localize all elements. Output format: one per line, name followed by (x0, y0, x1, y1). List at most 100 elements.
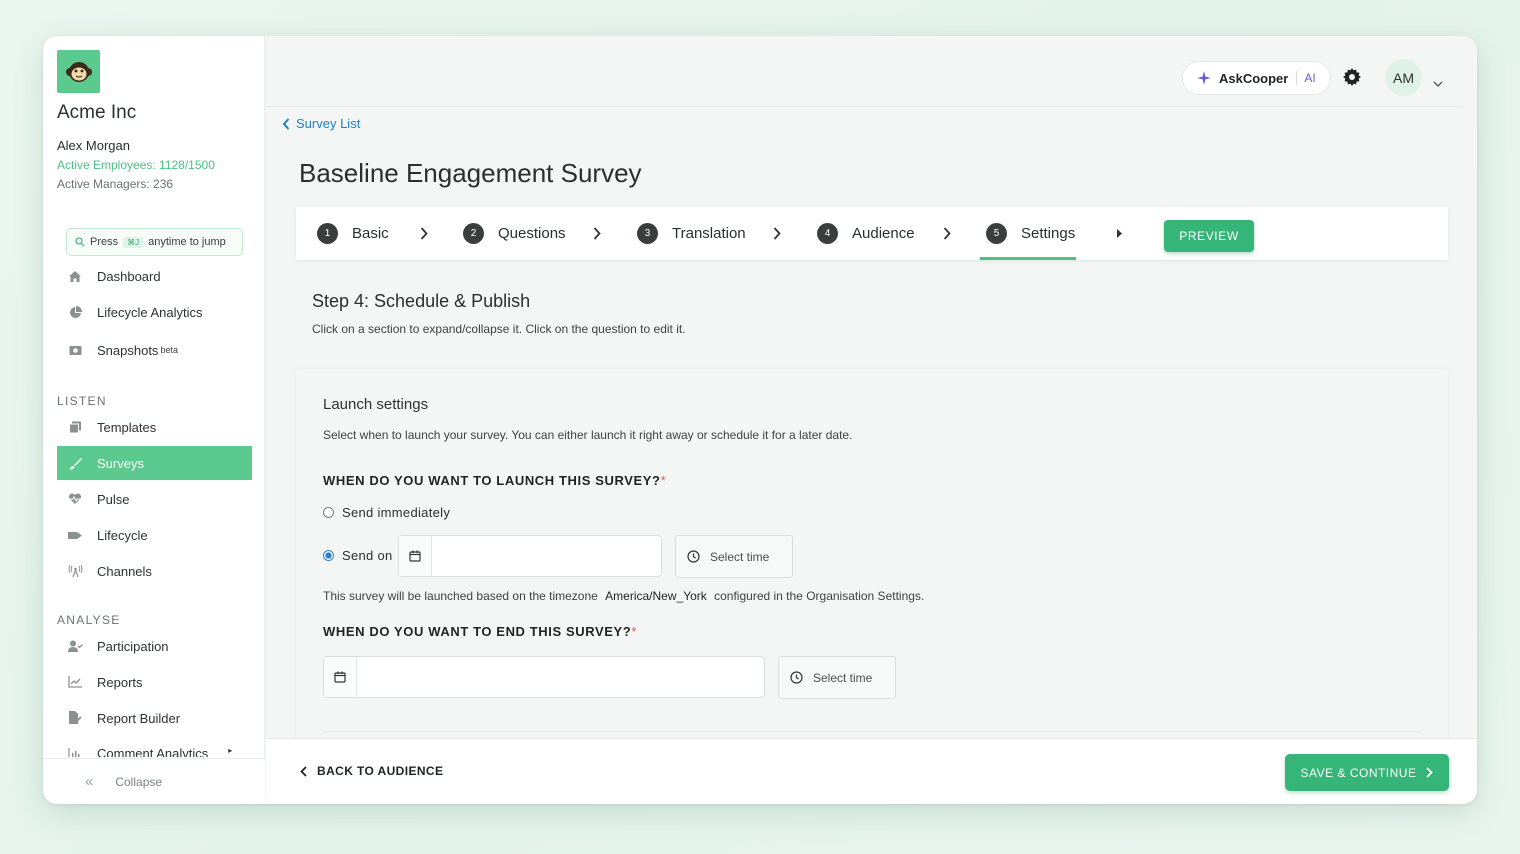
clock-icon (687, 550, 700, 563)
end-date-field[interactable] (323, 656, 765, 698)
preview-button[interactable]: PREVIEW (1164, 220, 1254, 252)
calendar-icon[interactable] (324, 657, 357, 697)
sidebar-item-lifecycle[interactable]: Lifecycle (57, 518, 252, 552)
jump-suffix-text: anytime to jump (148, 236, 226, 248)
user-name: Alex Morgan (57, 138, 130, 153)
sidebar-item-label: Pulse (97, 491, 130, 507)
wizard-footer: BACK TO AUDIENCE SAVE & CONTINUE (266, 738, 1477, 804)
sidebar-item-pulse[interactable]: Pulse (57, 482, 252, 516)
wizard-stepper: 1 Basic 2 Questions 3 Translation 4 Audi… (296, 207, 1448, 260)
sidebar-item-templates[interactable]: Templates (57, 410, 252, 444)
monkey-logo-icon (65, 61, 92, 82)
sidebar-item-surveys[interactable]: Surveys (57, 446, 252, 480)
sidebar-item-report-builder[interactable]: Report Builder (57, 701, 252, 735)
collapse-label: Collapse (115, 774, 163, 789)
step-label: Audience (852, 225, 915, 242)
step-basic[interactable]: 1 Basic (317, 207, 389, 260)
calendar-icon[interactable] (399, 536, 432, 576)
launch-date-input[interactable] (432, 536, 661, 576)
send-on-radio[interactable] (323, 550, 334, 561)
tz-prefix: This survey will be launched based on th… (323, 589, 598, 603)
jump-shortcut: ⌘J (123, 236, 144, 248)
end-question-text: WHEN DO YOU WANT TO END THIS SURVEY? (323, 624, 632, 639)
collapse-sidebar-button[interactable]: « Collapse (43, 758, 265, 804)
sidebar-item-participation[interactable]: Participation (57, 629, 252, 663)
jump-press-text: Press (90, 236, 119, 248)
step-questions[interactable]: 2 Questions (463, 207, 566, 260)
send-on-option[interactable]: Send on (323, 548, 393, 563)
end-select-time-button[interactable]: Select time (778, 656, 896, 699)
sidebar-item-label: Reports (97, 674, 143, 690)
send-immediately-radio[interactable] (323, 507, 334, 518)
page-title: Baseline Engagement Survey (299, 158, 642, 188)
app-window: Acme Inc Alex Morgan Active Employees: 1… (43, 36, 1477, 804)
quick-jump-search[interactable]: Press ⌘J anytime to jump (66, 228, 243, 256)
sidebar-item-reports[interactable]: Reports (57, 665, 252, 699)
required-marker: * (631, 624, 638, 639)
launch-select-time-button[interactable]: Select time (675, 535, 793, 578)
sidebar-item-channels[interactable]: Channels (57, 554, 252, 588)
step-translation[interactable]: 3 Translation (637, 207, 746, 260)
sidebar-item-comment-analytics[interactable]: Comment Analytics ▸ (57, 737, 252, 757)
flag-icon (67, 527, 83, 543)
launch-date-field[interactable] (398, 535, 662, 577)
step-number: 2 (463, 223, 484, 244)
breadcrumb-survey-list[interactable]: Survey List (296, 116, 360, 131)
copy-icon (67, 419, 83, 435)
chevron-down-icon[interactable] (1433, 74, 1443, 92)
company-logo[interactable] (57, 50, 100, 93)
card-description: Select when to launch your survey. You c… (323, 428, 853, 442)
settings-gear-icon[interactable] (1343, 68, 1361, 91)
sidebar-item-label: Templates (97, 419, 157, 435)
step-label: Questions (498, 225, 566, 242)
launch-question-text: WHEN DO YOU WANT TO LAUNCH THIS SURVEY? (323, 473, 661, 488)
required-marker: * (660, 473, 667, 488)
sidebar-item-lifecycle-analytics[interactable]: Lifecycle Analytics (57, 295, 252, 329)
end-date-input[interactable] (357, 657, 764, 697)
askcooper-button[interactable]: AskCooper AI (1182, 61, 1331, 95)
sidebar-item-label: Snapshots (97, 342, 159, 358)
card-divider (323, 731, 1421, 732)
file-edit-icon (67, 710, 83, 726)
chevron-left-icon (300, 765, 307, 777)
sidebar-item-label: Lifecycle Analytics (97, 304, 203, 320)
user-avatar[interactable]: AM (1385, 59, 1422, 96)
back-label: BACK TO AUDIENCE (317, 764, 444, 778)
timezone-value: America/New_York (605, 589, 707, 603)
save-label: SAVE & CONTINUE (1300, 765, 1417, 780)
step-number: 4 (817, 223, 838, 244)
step-settings[interactable]: 5 Settings (986, 207, 1075, 260)
sidebar-item-label: Comment Analytics (97, 746, 209, 757)
sidebar: Acme Inc Alex Morgan Active Employees: 1… (43, 36, 265, 804)
launch-settings-card[interactable]: Launch settings Select when to launch yo… (296, 369, 1448, 769)
step-audience[interactable]: 4 Audience (817, 207, 915, 260)
ai-badge: AI (1296, 71, 1316, 85)
save-continue-button[interactable]: SAVE & CONTINUE (1285, 754, 1449, 791)
sidebar-item-snapshots[interactable]: Snapshots beta (57, 333, 252, 367)
step-number: 5 (986, 223, 1007, 244)
sidebar-item-label: Lifecycle (97, 527, 148, 543)
send-immediately-option[interactable]: Send immediately (323, 505, 450, 520)
sidebar-item-label: Surveys (97, 455, 144, 471)
chevron-right-icon (1426, 767, 1434, 778)
home-icon (67, 268, 83, 284)
step-heading: Step 4: Schedule & Publish (312, 291, 531, 311)
section-title-listen: LISTEN (57, 394, 107, 408)
pie-chart-icon (67, 304, 83, 320)
tz-suffix: configured in the Organisation Settings. (714, 589, 925, 603)
top-bar: AskCooper AI AM (266, 36, 1463, 107)
card-title: Launch settings (323, 396, 429, 413)
sidebar-item-dashboard[interactable]: Dashboard (57, 259, 252, 293)
step-description: Click on a section to expand/collapse it… (312, 322, 686, 336)
send-on-label: Send on (342, 548, 393, 563)
active-step-indicator (980, 257, 1076, 260)
breadcrumb[interactable]: Survey List (282, 116, 360, 131)
active-managers: Active Managers: 236 (57, 177, 174, 191)
select-time-label: Select time (813, 670, 873, 685)
launch-question-label: WHEN DO YOU WANT TO LAUNCH THIS SURVEY?* (323, 473, 666, 488)
back-to-audience-button[interactable]: BACK TO AUDIENCE (300, 764, 443, 778)
clock-icon (790, 671, 803, 684)
sidebar-item-label: Report Builder (97, 710, 181, 726)
camera-icon (67, 342, 83, 358)
company-name: Acme Inc (57, 102, 137, 123)
